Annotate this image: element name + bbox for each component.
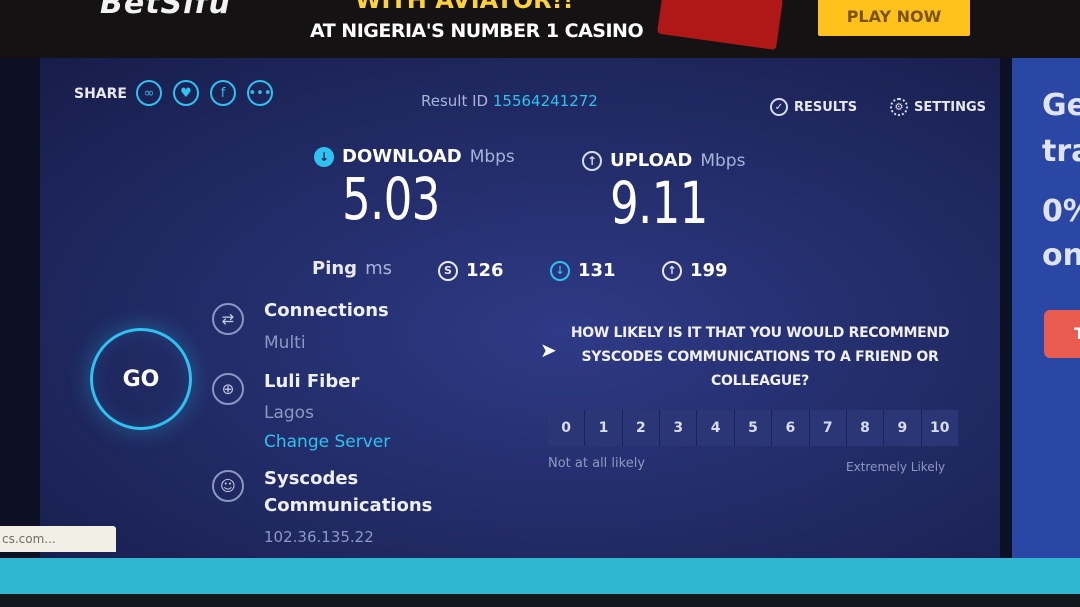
settings-link[interactable]: ⚙ SETTINGS xyxy=(890,98,986,116)
survey-question: HOW LIKELY IS IT THAT YOU WOULD RECOMMEN… xyxy=(570,325,950,389)
ad-banner[interactable]: BetSifu WITH AVIATOR!! AT NIGERIA'S NUMB… xyxy=(0,0,1080,58)
survey-score-2[interactable]: 2 xyxy=(623,410,661,446)
facebook-icon[interactable]: f xyxy=(210,80,236,106)
ping-download-icon: ↓ xyxy=(550,260,570,281)
connections-icon: ⇄ xyxy=(212,303,244,335)
result-id-label: Result ID xyxy=(421,92,489,110)
download-value: 5.03 xyxy=(342,165,440,233)
connections-title: Connections xyxy=(264,300,389,321)
sidebar-text-4: on xyxy=(1042,238,1080,273)
upload-metric: ↑ UPLOAD Mbps 9.11 xyxy=(582,150,745,237)
ping-unit: ms xyxy=(365,258,392,279)
share-label: SHARE xyxy=(74,86,127,102)
ping-idle: S 126 xyxy=(438,260,504,281)
result-id: Result ID 15564241272 xyxy=(421,92,598,110)
status-url: cs.com... xyxy=(0,526,116,552)
ping-upload-icon: ↑ xyxy=(662,260,682,281)
sidebar-text-3: 0% xyxy=(1042,194,1080,229)
ad-play-now-button[interactable]: PLAY NOW xyxy=(818,0,970,36)
go-button[interactable]: GO xyxy=(90,328,192,430)
ping-label-group: Ping ms xyxy=(312,258,392,279)
survey-score-1[interactable]: 1 xyxy=(585,410,623,446)
ping-upload: ↑ 199 xyxy=(662,260,728,281)
user-icon: ☺ xyxy=(212,470,244,502)
gear-icon: ⚙ xyxy=(890,98,908,116)
upload-arrow-icon: ↑ xyxy=(582,150,602,171)
sidebar-text-1: Ge xyxy=(1042,88,1080,123)
ad-headline: WITH AVIATOR!! xyxy=(355,0,574,14)
ping-download: ↓ 131 xyxy=(550,260,616,281)
ping-idle-value: 126 xyxy=(466,260,504,281)
settings-label: SETTINGS xyxy=(914,99,987,115)
provider-ip: 102.36.135.22 xyxy=(264,528,374,546)
survey-high-label: Extremely Likely xyxy=(846,460,946,474)
ad-subline: AT NIGERIA'S NUMBER 1 CASINO xyxy=(310,20,644,42)
speedtest-panel: SHARE ∞ ♥ f ••• Result ID 15564241272 ✓ … xyxy=(40,58,1000,558)
survey-score-4[interactable]: 4 xyxy=(697,410,735,446)
globe-icon: ⊕ xyxy=(212,373,244,405)
provider-name-line2: Communications xyxy=(264,495,433,516)
more-icon[interactable]: ••• xyxy=(247,80,273,106)
ping-label: Ping xyxy=(312,258,358,279)
ping-upload-value: 199 xyxy=(690,260,728,281)
survey-low-label: Not at all likely xyxy=(548,456,646,471)
survey-scale: 0 1 2 3 4 5 6 7 8 9 10 xyxy=(548,410,958,446)
upload-value: 9.11 xyxy=(610,169,708,237)
ad-artwork xyxy=(656,0,784,51)
ad-brand-logo: BetSifu xyxy=(100,0,231,21)
download-unit: Mbps xyxy=(469,146,515,167)
check-circle-icon: ✓ xyxy=(770,98,788,116)
survey-score-10[interactable]: 10 xyxy=(922,410,958,446)
survey-score-8[interactable]: 8 xyxy=(847,410,885,446)
sidebar-button[interactable]: Tr xyxy=(1044,310,1080,358)
ping-download-value: 131 xyxy=(578,260,616,281)
link-icon[interactable]: ∞ xyxy=(136,80,162,106)
survey-score-5[interactable]: 5 xyxy=(735,410,773,446)
browser-bottom-band xyxy=(0,558,1080,594)
download-label: DOWNLOAD xyxy=(342,146,462,167)
survey-score-9[interactable]: 9 xyxy=(884,410,922,446)
result-id-link[interactable]: 15564241272 xyxy=(493,92,598,110)
results-label: RESULTS xyxy=(794,99,858,115)
survey-score-3[interactable]: 3 xyxy=(660,410,698,446)
provider-name-line1: Syscodes xyxy=(264,468,359,489)
upload-unit: Mbps xyxy=(700,150,746,171)
download-arrow-icon: ↓ xyxy=(314,146,334,167)
survey-score-0[interactable]: 0 xyxy=(548,410,586,446)
sidebar-text-2: tra xyxy=(1042,134,1080,169)
twitter-icon[interactable]: ♥ xyxy=(173,80,199,106)
results-link[interactable]: ✓ RESULTS xyxy=(770,98,857,116)
server-name: Luli Fiber xyxy=(264,371,360,392)
mouse-cursor-icon: ➤ xyxy=(540,338,557,362)
survey-score-7[interactable]: 7 xyxy=(810,410,847,446)
server-location: Lagos xyxy=(264,403,314,423)
connections-value[interactable]: Multi xyxy=(264,333,306,353)
download-metric: ↓ DOWNLOAD Mbps 5.03 xyxy=(314,146,515,233)
right-sidebar: Ge tra 0% on Tr xyxy=(1012,58,1080,558)
survey-score-6[interactable]: 6 xyxy=(772,410,810,446)
taskbar xyxy=(0,594,1080,607)
change-server-link[interactable]: Change Server xyxy=(264,432,390,452)
upload-label: UPLOAD xyxy=(610,150,693,171)
ping-idle-icon: S xyxy=(438,260,458,281)
